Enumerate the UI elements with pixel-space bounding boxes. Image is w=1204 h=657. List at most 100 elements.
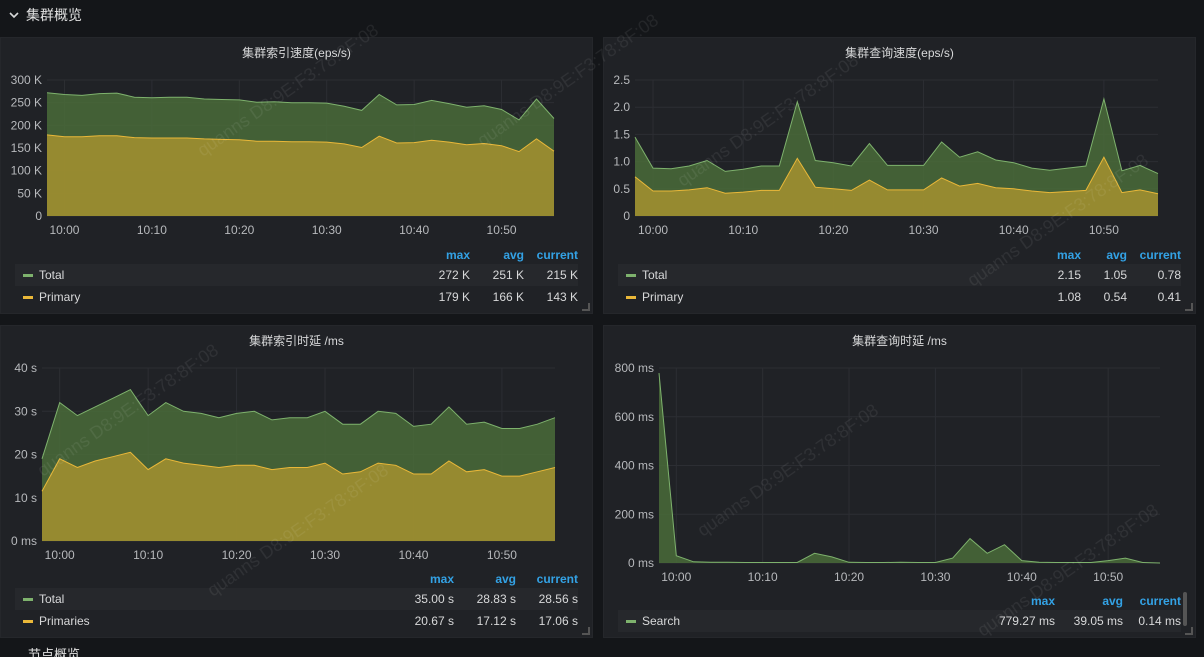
legend-item-total[interactable]: Total 2.15 1.05 0.78: [618, 264, 1181, 286]
legend-scrollbar[interactable]: [1183, 592, 1187, 626]
legend: max avg current Search 779.27 ms 39.05 m…: [618, 592, 1181, 632]
legend-max: 20.67 s: [414, 614, 454, 628]
legend-header-current[interactable]: current: [1123, 594, 1181, 608]
legend-header-current[interactable]: current: [1127, 248, 1181, 262]
legend-avg: 166 K: [492, 290, 524, 304]
resize-handle[interactable]: [1185, 627, 1193, 635]
y-tick-label: 50 K: [17, 186, 42, 200]
y-tick-label: 40 s: [14, 361, 37, 375]
row-header-cluster-overview[interactable]: 集群概览: [0, 0, 1204, 30]
legend-header: max avg current: [15, 570, 578, 588]
panel-search-latency: 集群查询时延 /ms 0 ms 200 ms 400 ms 600 ms 800 ms 1…: [603, 325, 1196, 638]
legend-max: 1.08: [1057, 290, 1081, 304]
y-tick-label: 0: [35, 209, 42, 223]
series-line-total: [634, 97, 1159, 175]
legend-max: 272 K: [438, 268, 470, 282]
x-tick-label: 10:50: [1093, 570, 1123, 584]
y-tick-label: 300 K: [11, 73, 42, 87]
y-tick-label: 200 ms: [615, 507, 654, 521]
legend-swatch: [626, 273, 636, 277]
legend-avg: 39.05 ms: [1073, 614, 1123, 628]
legend-current: 215 K: [546, 268, 578, 282]
legend-header-avg[interactable]: avg: [454, 572, 516, 586]
legend-avg: 17.12 s: [476, 614, 516, 628]
x-tick-label: 10:50: [487, 548, 517, 562]
legend-avg: 251 K: [492, 268, 524, 282]
legend-swatch: [626, 295, 636, 299]
legend-header-current[interactable]: current: [524, 248, 578, 262]
x-tick-label: 10:00: [638, 223, 668, 237]
legend-item-search[interactable]: Search 779.27 ms 39.05 ms 0.14 ms: [618, 610, 1181, 632]
legend-item-primary[interactable]: Primary 179 K 166 K 143 K: [15, 286, 578, 308]
legend-header-max[interactable]: max: [410, 248, 470, 262]
legend-series-name[interactable]: Total: [39, 592, 394, 606]
legend-item-total[interactable]: Total 35.00 s 28.83 s 28.56 s: [15, 588, 578, 610]
y-tick-label: 1.5: [613, 127, 630, 141]
legend-header-avg[interactable]: avg: [470, 248, 524, 262]
x-tick-label: 10:10: [133, 548, 163, 562]
y-tick-label: 800 ms: [615, 361, 654, 375]
legend-current: 143 K: [546, 290, 578, 304]
chart-index-rate: 0 50 K 100 K 150 K 200 K 250 K 300 K 10:00 10:10…: [11, 73, 555, 237]
y-tick-label: 600 ms: [615, 410, 654, 424]
x-tick-label: 10:10: [748, 570, 778, 584]
legend-swatch: [23, 597, 33, 601]
row-header-node-overview[interactable]: 节点概览: [0, 647, 1204, 657]
legend-max: 179 K: [438, 290, 470, 304]
y-tick-label: 2.0: [613, 100, 630, 114]
legend-header-max[interactable]: max: [1021, 248, 1081, 262]
chevron-down-icon[interactable]: [8, 9, 20, 21]
legend-item-primary[interactable]: Primary 1.08 0.54 0.41: [618, 286, 1181, 308]
chart-search-latency: 0 ms 200 ms 400 ms 600 ms 800 ms 10:00 10:10 10…: [615, 361, 1161, 584]
legend-header-max[interactable]: max: [394, 572, 454, 586]
legend-item-total[interactable]: Total 272 K 251 K 215 K: [15, 264, 578, 286]
legend-header-current[interactable]: current: [516, 572, 578, 586]
legend-series-name[interactable]: Primaries: [39, 614, 394, 628]
x-tick-label: 10:20: [834, 570, 864, 584]
y-tick-label: 30 s: [14, 404, 37, 418]
y-tick-label: 0 ms: [11, 534, 37, 548]
y-tick-label: 400 ms: [615, 459, 654, 473]
legend-avg: 1.05: [1103, 268, 1127, 282]
x-tick-label: 10:40: [999, 223, 1029, 237]
legend-header: max avg current: [618, 592, 1181, 610]
resize-handle[interactable]: [582, 303, 590, 311]
legend-max: 779.27 ms: [998, 614, 1055, 628]
legend-series-name[interactable]: Search: [642, 614, 985, 628]
legend-header-avg[interactable]: avg: [1081, 248, 1127, 262]
legend-series-name[interactable]: Total: [39, 268, 410, 282]
x-tick-label: 10:30: [310, 548, 340, 562]
legend-current: 28.56 s: [538, 592, 578, 606]
resize-handle[interactable]: [1185, 303, 1193, 311]
x-tick-label: 10:10: [137, 223, 167, 237]
legend-current: 0.78: [1157, 268, 1181, 282]
y-tick-label: 200 K: [11, 118, 42, 132]
x-tick-label: 10:00: [45, 548, 75, 562]
legend-current: 17.06 s: [538, 614, 578, 628]
x-tick-label: 10:50: [1089, 223, 1119, 237]
legend-header-max[interactable]: max: [985, 594, 1055, 608]
legend-series-name[interactable]: Total: [642, 268, 1021, 282]
legend-series-name[interactable]: Primary: [39, 290, 410, 304]
legend-avg: 0.54: [1103, 290, 1127, 304]
legend-series-name[interactable]: Primary: [642, 290, 1021, 304]
y-tick-label: 20 s: [14, 448, 37, 462]
x-tick-label: 10:30: [920, 570, 950, 584]
x-tick-label: 10:10: [728, 223, 758, 237]
x-tick-label: 10:40: [398, 548, 428, 562]
legend-max: 35.00 s: [414, 592, 454, 606]
row-title: 节点概览: [28, 647, 81, 657]
y-tick-label: 0: [623, 209, 630, 223]
legend-header-avg[interactable]: avg: [1055, 594, 1123, 608]
x-tick-label: 10:20: [224, 223, 254, 237]
x-tick-label: 10:40: [399, 223, 429, 237]
y-tick-label: 0.5: [613, 182, 630, 196]
y-tick-label: 250 K: [11, 96, 42, 110]
y-tick-label: 100 K: [11, 164, 42, 178]
y-tick-label: 2.5: [613, 73, 630, 87]
x-tick-label: 10:20: [222, 548, 252, 562]
legend-swatch: [626, 619, 636, 623]
resize-handle[interactable]: [582, 627, 590, 635]
legend-item-primaries[interactable]: Primaries 20.67 s 17.12 s 17.06 s: [15, 610, 578, 632]
x-tick-label: 10:30: [312, 223, 342, 237]
